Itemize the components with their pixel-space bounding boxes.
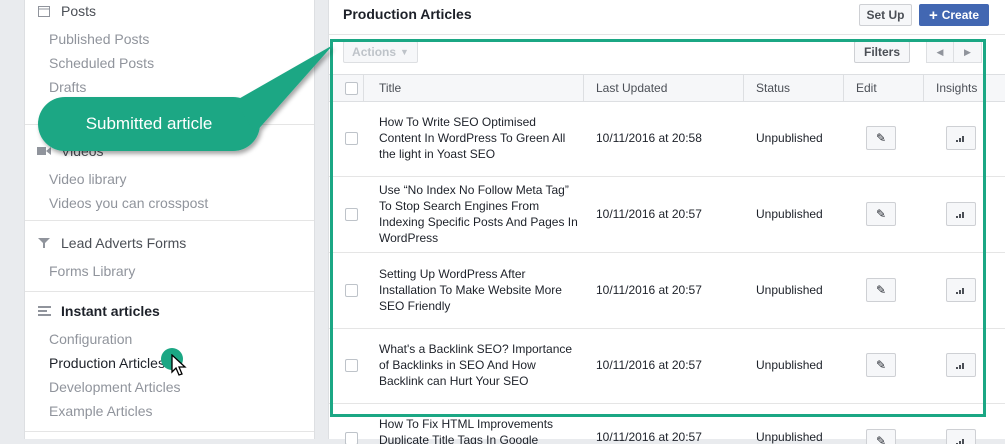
highlight-box bbox=[330, 39, 986, 417]
divider bbox=[25, 291, 314, 292]
divider bbox=[25, 431, 314, 432]
sidebar-item-videos-crosspost[interactable]: Videos you can crosspost bbox=[49, 195, 208, 211]
row-checkbox[interactable] bbox=[345, 432, 358, 444]
sidebar-item-scheduled-posts[interactable]: Scheduled Posts bbox=[49, 55, 154, 71]
lead-forms-label: Lead Adverts Forms bbox=[61, 235, 187, 251]
divider bbox=[25, 220, 314, 221]
row-date: 10/11/2016 at 20:57 bbox=[596, 430, 702, 444]
sidebar-item-production-articles[interactable]: Production Articles bbox=[49, 355, 165, 371]
create-label: Create bbox=[941, 8, 980, 22]
row-title[interactable]: How To Fix HTML Improvements Duplicate T… bbox=[379, 416, 579, 444]
sidebar-item-development-articles[interactable]: Development Articles bbox=[49, 379, 181, 395]
edit-button[interactable]: ✎ bbox=[866, 429, 896, 444]
lines-icon bbox=[37, 304, 51, 318]
sidebar-item-forms-library[interactable]: Forms Library bbox=[49, 263, 135, 279]
callout-text: Submitted article bbox=[85, 114, 213, 133]
checkbox-box bbox=[345, 432, 358, 444]
sidebar: Posts Published Posts Scheduled Posts Dr… bbox=[24, 0, 315, 439]
page-title: Production Articles bbox=[343, 6, 472, 22]
posts-label: Posts bbox=[61, 3, 97, 19]
sidebar-item-example-articles[interactable]: Example Articles bbox=[49, 403, 152, 419]
row-status: Unpublished bbox=[756, 430, 823, 444]
instant-articles-label: Instant articles bbox=[61, 303, 160, 319]
calendar-icon bbox=[37, 4, 51, 18]
sidebar-item-drafts[interactable]: Drafts bbox=[49, 79, 86, 95]
plus-icon: + bbox=[928, 6, 938, 24]
lead-forms-section-header[interactable]: Lead Adverts Forms bbox=[37, 235, 186, 251]
sidebar-item-published-posts[interactable]: Published Posts bbox=[49, 31, 149, 47]
set-up-button[interactable]: Set Up bbox=[859, 4, 912, 26]
posts-section-header[interactable]: Posts bbox=[37, 3, 96, 19]
sidebar-item-video-library[interactable]: Video library bbox=[49, 171, 127, 187]
funnel-icon bbox=[37, 236, 51, 250]
pencil-icon: ✎ bbox=[875, 434, 887, 444]
sidebar-item-configuration[interactable]: Configuration bbox=[49, 331, 132, 347]
bar-chart-icon bbox=[956, 434, 966, 444]
create-button[interactable]: + Create bbox=[919, 4, 989, 26]
insights-button[interactable] bbox=[946, 429, 976, 444]
instant-articles-section-header[interactable]: Instant articles bbox=[37, 303, 160, 319]
mouse-cursor-icon bbox=[171, 353, 187, 383]
